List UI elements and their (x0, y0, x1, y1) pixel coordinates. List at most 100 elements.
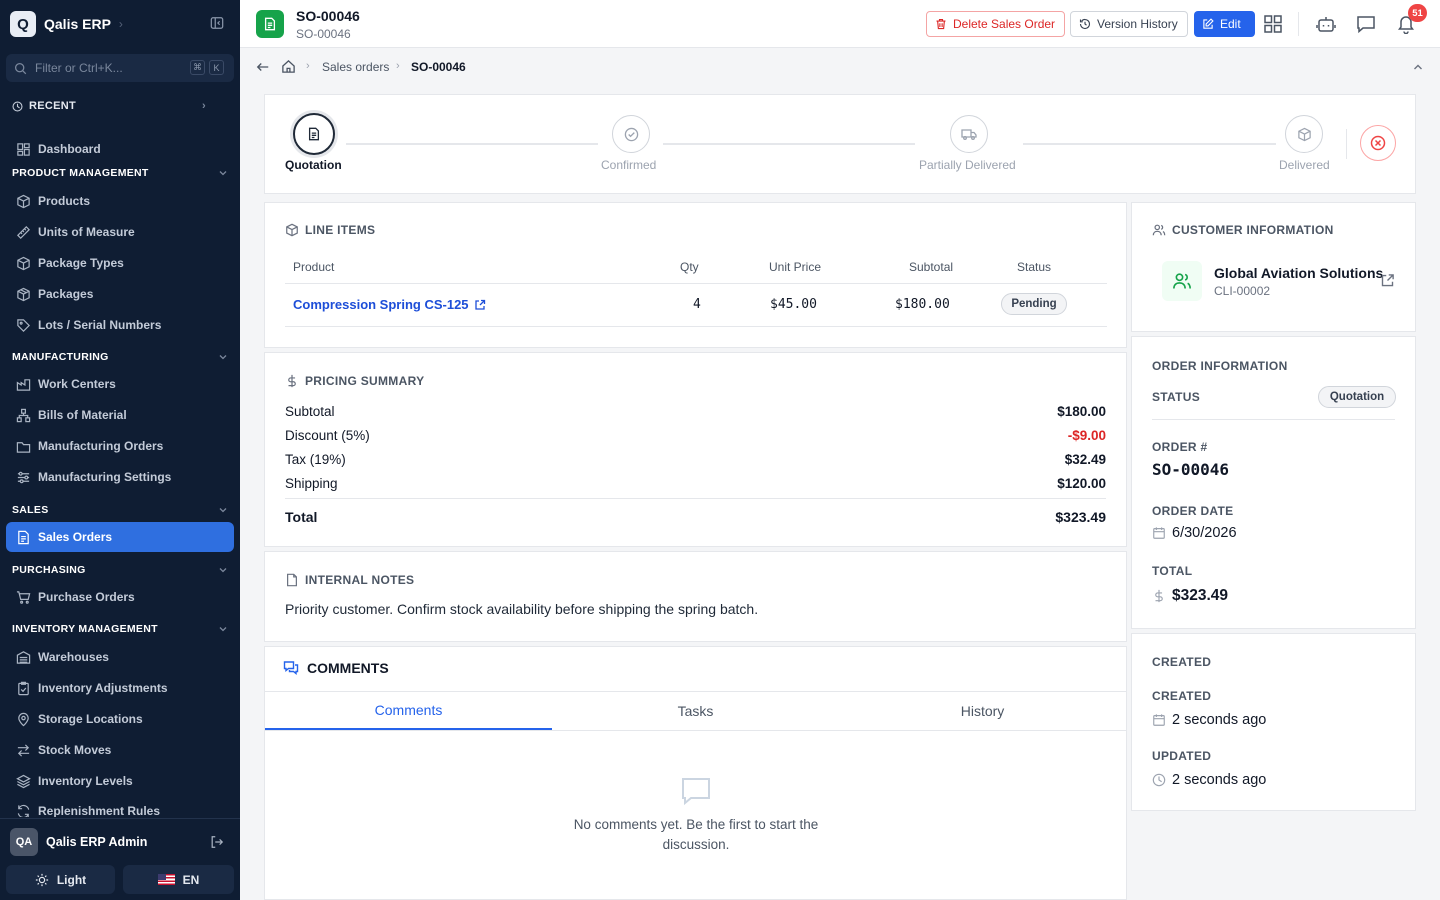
logout-icon[interactable] (210, 835, 224, 849)
document-icon (18, 530, 29, 544)
product-link[interactable]: Compression Spring CS-125 (293, 297, 486, 312)
grid-icon[interactable] (1263, 14, 1283, 34)
sidebar-item-manufacturing-orders[interactable]: Manufacturing Orders (6, 431, 234, 461)
sidebar-item-inventory-levels[interactable]: Inventory Levels (6, 766, 234, 796)
clipboard-check-icon (18, 681, 29, 695)
tab-comments[interactable]: Comments (265, 692, 552, 730)
users-icon (1173, 273, 1191, 289)
section-sales[interactable]: SALES (12, 503, 228, 517)
sidebar-collapse-icon[interactable] (210, 16, 224, 30)
pricing-summary-card: PRICING SUMMARY Subtotal $180.00 Discoun… (264, 352, 1127, 547)
step-confirmed[interactable] (612, 115, 650, 153)
page-title: SO-00046 (296, 8, 360, 24)
created-card: CREATED CREATED 2 seconds ago UPDATED 2 … (1131, 633, 1416, 811)
section-purchasing[interactable]: PURCHASING (12, 563, 228, 577)
edit-button[interactable]: Edit (1194, 11, 1255, 37)
folder-icon (16, 441, 31, 453)
sidebar-item-package-types[interactable]: Package Types (6, 248, 234, 278)
section-manufacturing[interactable]: MANUFACTURING (12, 350, 228, 364)
ruler-icon (17, 225, 30, 239)
sidebar-item-work-centers[interactable]: Work Centers (6, 369, 234, 399)
chevron-up-icon[interactable] (1412, 61, 1424, 73)
step-quotation[interactable] (293, 113, 335, 155)
sidebar-item-label: Warehouses (38, 650, 109, 664)
updated-value: 2 seconds ago (1172, 772, 1267, 788)
theme-label: Light (56, 872, 87, 887)
notification-badge: 51 (1408, 4, 1427, 22)
section-label: PRODUCT MANAGEMENT (12, 167, 149, 179)
tab-tasks[interactable]: Tasks (552, 692, 839, 730)
version-history-button[interactable]: Version History (1070, 11, 1188, 37)
sidebar-item-inventory-adjustments[interactable]: Inventory Adjustments (6, 673, 234, 703)
customer-name[interactable]: Global Aviation Solutions (1214, 265, 1383, 281)
sidebar-item-lots-serial-numbers[interactable]: Lots / Serial Numbers (6, 310, 234, 340)
col-header-status[interactable]: Status (1017, 260, 1051, 274)
clock-icon (1152, 773, 1166, 787)
sidebar-item-manufacturing-settings[interactable]: Manufacturing Settings (6, 462, 234, 492)
sidebar-item-dashboard[interactable]: Dashboard (6, 134, 234, 164)
bot-icon[interactable] (1316, 14, 1336, 34)
avatar: QA (10, 827, 38, 856)
document-icon (308, 127, 320, 141)
delete-sales-order-button[interactable]: Delete Sales Order (926, 11, 1065, 37)
created-title: CREATED (1152, 655, 1212, 669)
section-label: PURCHASING (12, 564, 86, 576)
top-bar: SO-00046 SO-00046 Delete Sales Order Ver… (240, 0, 1440, 48)
notes-title: INTERNAL NOTES (285, 573, 414, 587)
step-delivered[interactable] (1285, 115, 1323, 153)
breadcrumb-current: SO-00046 (411, 60, 466, 74)
file-icon (287, 573, 297, 587)
user-menu[interactable]: QA Qalis ERP Admin (0, 818, 240, 864)
sidebar-item-bills-of-material[interactable]: Bills of Material (6, 400, 234, 430)
section-product-management[interactable]: PRODUCT MANAGEMENT (12, 166, 228, 180)
sidebar-filter-input[interactable]: Filter or Ctrl+K... ⌘ K (6, 54, 234, 82)
sidebar-item-products[interactable]: Products (6, 186, 234, 216)
app-logo: Q (10, 11, 36, 37)
box-icon (17, 194, 30, 208)
kbd-k: K (209, 60, 224, 75)
back-arrow-icon[interactable] (256, 60, 270, 74)
sidebar-item-sales-orders[interactable]: Sales Orders (6, 522, 234, 552)
order-info-title: ORDER INFORMATION (1152, 359, 1288, 373)
divider (1346, 129, 1347, 159)
brand[interactable]: Q Qalis ERP › (10, 10, 123, 38)
sidebar-item-warehouses[interactable]: Warehouses (6, 642, 234, 672)
breadcrumb-sales-orders[interactable]: Sales orders (322, 60, 389, 74)
section-label: SALES (12, 504, 49, 516)
section-inventory-management[interactable]: INVENTORY MANAGEMENT (12, 622, 228, 636)
pricing-total-value: $323.49 (1055, 509, 1106, 525)
sidebar-item-label: Inventory Levels (38, 774, 133, 788)
recent-toggle[interactable]: RECENT › (12, 98, 212, 114)
sidebar-item-stock-moves[interactable]: Stock Moves (6, 735, 234, 765)
status-badge: Pending (1001, 293, 1067, 315)
col-header-product[interactable]: Product (293, 260, 334, 274)
sidebar-item-replenishment-rules[interactable]: Replenishment Rules (6, 797, 234, 817)
comments-title: COMMENTS (283, 660, 389, 676)
theme-toggle-button[interactable]: Light (6, 865, 115, 894)
sidebar-item-label: Products (38, 194, 91, 208)
col-header-unit-price[interactable]: Unit Price (769, 260, 821, 274)
step-partially-delivered[interactable] (950, 115, 988, 153)
col-header-qty[interactable]: Qty (680, 260, 699, 274)
card-title-text: CUSTOMER INFORMATION (1172, 223, 1334, 237)
tab-history[interactable]: History (839, 692, 1126, 730)
col-header-subtotal[interactable]: Subtotal (909, 260, 953, 274)
home-icon[interactable] (281, 59, 296, 74)
step-label: Partially Delivered (919, 158, 1016, 172)
sidebar-item-label: Work Centers (38, 377, 116, 391)
sidebar-item-label: Replenishment Rules (38, 804, 161, 817)
pricing-value: -$9.00 (1067, 428, 1106, 443)
sidebar-item-label: Storage Locations (38, 712, 143, 726)
external-link-icon[interactable] (1380, 273, 1395, 288)
sidebar-item-purchase-orders[interactable]: Purchase Orders (6, 582, 234, 612)
sidebar-item-storage-locations[interactable]: Storage Locations (6, 704, 234, 734)
chat-icon[interactable] (1356, 14, 1376, 34)
cancel-order-button[interactable] (1360, 125, 1396, 161)
sidebar-item-packages[interactable]: Packages (6, 279, 234, 309)
order-number-label: ORDER # (1152, 440, 1208, 454)
pricing-label: Subtotal (285, 404, 335, 419)
sidebar-item-units-of-measure[interactable]: Units of Measure (6, 217, 234, 247)
language-button[interactable]: EN (123, 865, 234, 894)
pricing-divider (285, 498, 1106, 499)
card-title-text: COMMENTS (307, 660, 389, 676)
